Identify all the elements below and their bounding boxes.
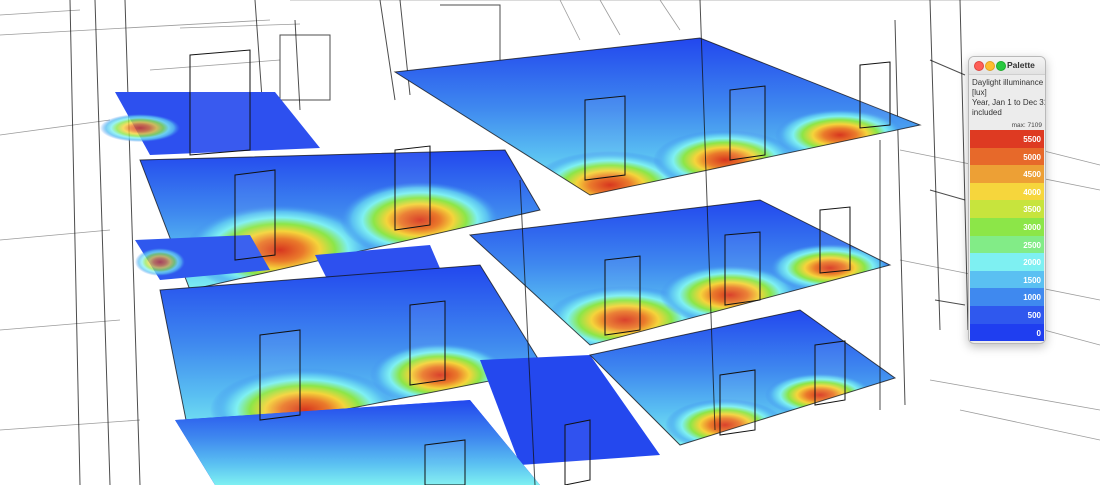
palette-description: Daylight illuminance [lux] Year, Jan 1 t… (969, 75, 1045, 118)
legend-swatch: 4000 (970, 182, 1044, 201)
palette-titlebar[interactable]: Palette (969, 57, 1045, 75)
minimize-button[interactable] (985, 61, 995, 71)
3d-viewport[interactable] (0, 0, 1100, 485)
palette-window[interactable]: Palette Daylight illuminance [lux] Year,… (968, 56, 1046, 344)
legend-swatch: 1000 (970, 288, 1044, 306)
legend-swatch: 4500 (970, 165, 1044, 183)
legend-swatch: 2500 (970, 235, 1044, 254)
description-line: Daylight illuminance (972, 78, 1044, 87)
legend-swatch: 0 (970, 323, 1044, 342)
legend-swatch: 3000 (970, 217, 1044, 236)
description-line: included (972, 108, 1002, 117)
zoom-button[interactable] (996, 61, 1006, 71)
legend-swatch: 5000 (970, 147, 1044, 166)
description-line: Year, Jan 1 to Dec 31 (972, 98, 1046, 107)
legend-swatch: 500 (970, 305, 1044, 324)
description-line: [lux] (972, 88, 987, 97)
palette-title: Palette (1007, 60, 1035, 70)
legend-swatch: 3500 (970, 200, 1044, 218)
max-value-label: max: 7109 (1011, 122, 1042, 129)
legend-swatch: 1500 (970, 270, 1044, 289)
color-legend: 5500 5000 4500 4000 3500 3000 2500 2000 1500 1000… (970, 130, 1044, 342)
legend-swatch: 2000 (970, 253, 1044, 271)
close-button[interactable] (974, 61, 984, 71)
legend-swatch: 5500 (970, 130, 1044, 148)
